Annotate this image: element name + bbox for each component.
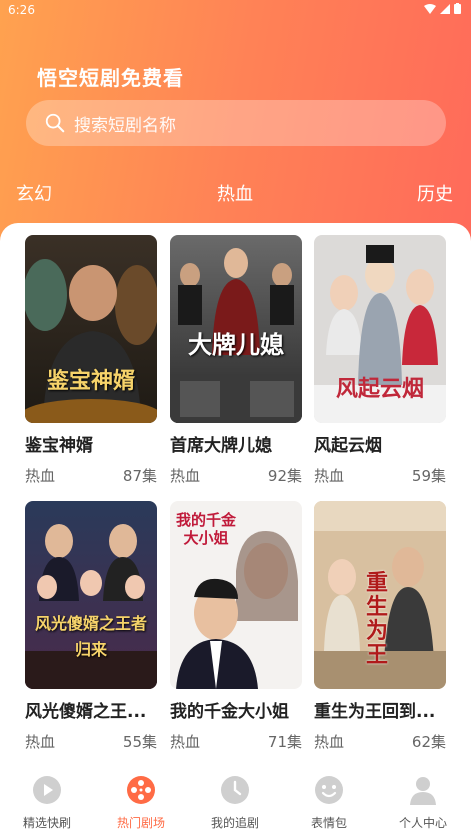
- poster-title-text: 大牌儿媳: [188, 330, 284, 359]
- tab-xuanhuan[interactable]: 玄幻: [16, 180, 52, 206]
- nav-label: 个人中心: [398, 816, 447, 830]
- drama-card[interactable]: 重生为王 重生为王回到... 热血 62集: [314, 501, 446, 752]
- drama-genre: 热血: [170, 467, 201, 485]
- drama-poster[interactable]: 风起云烟: [314, 235, 446, 423]
- drama-title: 首席大牌儿媳: [170, 436, 272, 456]
- status-icons: [424, 3, 461, 14]
- drama-card[interactable]: 我的千金大小姐 我的千金大小姐 热血 71集: [170, 501, 302, 752]
- signal-icon: [440, 3, 450, 14]
- drama-meta: 热血 87集: [25, 465, 157, 486]
- wifi-icon: [424, 3, 436, 14]
- drama-meta: 热血 62集: [314, 731, 446, 752]
- drama-title: 我的千金大小姐: [170, 702, 289, 722]
- nav-item-following[interactable]: 我的追剧: [188, 775, 282, 831]
- drama-meta: 热血 71集: [170, 731, 302, 752]
- nav-item-stickers[interactable]: 表情包: [282, 775, 376, 831]
- drama-title: 重生为王回到...: [314, 702, 436, 722]
- drama-title: 风起云烟: [314, 436, 382, 456]
- app-title: 悟空短剧免费看: [37, 66, 184, 90]
- drama-genre: 热血: [25, 467, 56, 485]
- poster-title-text: 风起云烟: [335, 376, 424, 402]
- drama-genre: 热血: [314, 467, 345, 485]
- drama-card[interactable]: 风起云烟 风起云烟 热血 59集: [314, 235, 446, 486]
- nav-label: 精选快刷: [22, 816, 71, 830]
- drama-genre: 热血: [170, 733, 201, 751]
- poster-title-text: 鉴宝神婿: [46, 368, 135, 394]
- drama-poster[interactable]: 风光傻婿之王者归来: [25, 501, 157, 689]
- film-reel-icon: [127, 776, 155, 804]
- drama-title: 风光傻婿之王...: [25, 702, 147, 722]
- smiley-icon: [315, 776, 343, 804]
- play-icon: [33, 776, 61, 804]
- drama-episodes: 87集: [122, 467, 157, 485]
- drama-poster[interactable]: 重生为王: [314, 501, 446, 689]
- drama-episodes: 92集: [267, 467, 302, 485]
- drama-poster[interactable]: 大牌儿媳: [170, 235, 302, 423]
- person-icon: [410, 777, 436, 805]
- nav-label: 我的追剧: [210, 816, 259, 830]
- drama-meta: 热血 55集: [25, 731, 157, 752]
- clock-icon: [221, 776, 249, 804]
- poster-title-text: 我的千金大小姐: [175, 511, 236, 547]
- drama-poster[interactable]: 鉴宝神婿: [25, 235, 157, 423]
- tab-lishi[interactable]: 历史: [417, 180, 453, 206]
- poster-title-text: 风光傻婿之王者归来: [34, 614, 147, 659]
- bottom-nav: 精选快刷 热门剧场 我的追剧 表情包 个人中心: [0, 765, 471, 837]
- drama-meta: 热血 59集: [314, 465, 446, 486]
- nav-label: 表情包: [310, 816, 347, 830]
- drama-episodes: 62集: [411, 733, 446, 751]
- drama-meta: 热血 92集: [170, 465, 302, 486]
- drama-genre: 热血: [25, 733, 56, 751]
- drama-card[interactable]: 鉴宝神婿 鉴宝神婿 热血 87集: [25, 235, 157, 486]
- nav-label: 热门剧场: [116, 816, 165, 830]
- nav-item-profile[interactable]: 个人中心: [376, 775, 470, 831]
- drama-episodes: 59集: [411, 467, 446, 485]
- nav-item-theater[interactable]: 热门剧场: [94, 775, 188, 831]
- drama-card[interactable]: 风光傻婿之王者归来 风光傻婿之王... 热血 55集: [25, 501, 157, 752]
- search-icon: [45, 113, 65, 133]
- drama-episodes: 55集: [122, 733, 157, 751]
- drama-genre: 热血: [314, 733, 345, 751]
- search-placeholder: 搜索短剧名称: [74, 115, 176, 136]
- category-tabs: 玄幻 热血 历史: [0, 180, 471, 210]
- status-bar: 6:26: [0, 0, 471, 22]
- poster-title-text: 重生为王: [365, 570, 388, 668]
- drama-card[interactable]: 大牌儿媳 首席大牌儿媳 热血 92集: [170, 235, 302, 486]
- tab-rexue[interactable]: 热血: [217, 180, 253, 206]
- nav-item-featured[interactable]: 精选快刷: [0, 775, 94, 831]
- battery-icon: [454, 3, 461, 14]
- status-time: 6:26: [8, 3, 35, 17]
- drama-poster[interactable]: 我的千金大小姐: [170, 501, 302, 689]
- search-bar[interactable]: 搜索短剧名称: [26, 100, 446, 146]
- drama-title: 鉴宝神婿: [25, 436, 93, 456]
- drama-episodes: 71集: [267, 733, 302, 751]
- drama-grid: 鉴宝神婿 鉴宝神婿 热血 87集 大牌儿媳 首席大牌儿媳 热血 92集 风起云烟…: [0, 223, 471, 763]
